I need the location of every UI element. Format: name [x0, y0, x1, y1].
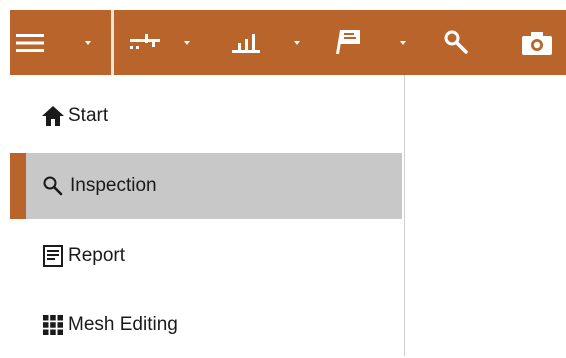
chevron-down-icon — [294, 41, 300, 45]
menu-item-label: Report — [68, 245, 126, 266]
chevron-down-icon — [184, 41, 190, 45]
search-icon — [42, 175, 64, 197]
menu-item-label: Inspection — [70, 175, 157, 196]
hamburger-icon — [16, 34, 44, 52]
menu-item-mesh-editing[interactable]: Mesh Editing — [10, 292, 402, 358]
report-icon — [42, 245, 64, 267]
camera-button[interactable] — [512, 10, 562, 75]
chevron-down-icon — [85, 41, 91, 45]
flag-icon — [336, 28, 364, 56]
bar-chart-icon — [232, 30, 260, 54]
menu-item-label: Start — [68, 105, 109, 126]
selection-accent-bar — [10, 153, 26, 219]
main-menu-dropdown: Start Inspection Report Mesh Editing — [10, 75, 405, 356]
grid-icon — [42, 314, 64, 336]
measure-button[interactable] — [222, 10, 312, 75]
search-icon — [444, 30, 468, 54]
alignment-button[interactable] — [122, 10, 202, 75]
chevron-down-icon — [400, 41, 406, 45]
hamburger-menu-button[interactable] — [12, 10, 102, 75]
report-flag-button[interactable] — [328, 10, 418, 75]
home-icon — [42, 105, 64, 127]
menu-item-inspection[interactable]: Inspection — [10, 153, 402, 219]
toolbar-divider — [111, 10, 114, 75]
camera-icon — [522, 31, 552, 55]
menu-item-start[interactable]: Start — [10, 83, 402, 149]
main-toolbar — [10, 10, 566, 75]
align-icon — [130, 31, 160, 53]
search-button[interactable] — [436, 10, 476, 75]
menu-item-report[interactable]: Report — [10, 223, 402, 289]
menu-item-label: Mesh Editing — [68, 314, 178, 335]
